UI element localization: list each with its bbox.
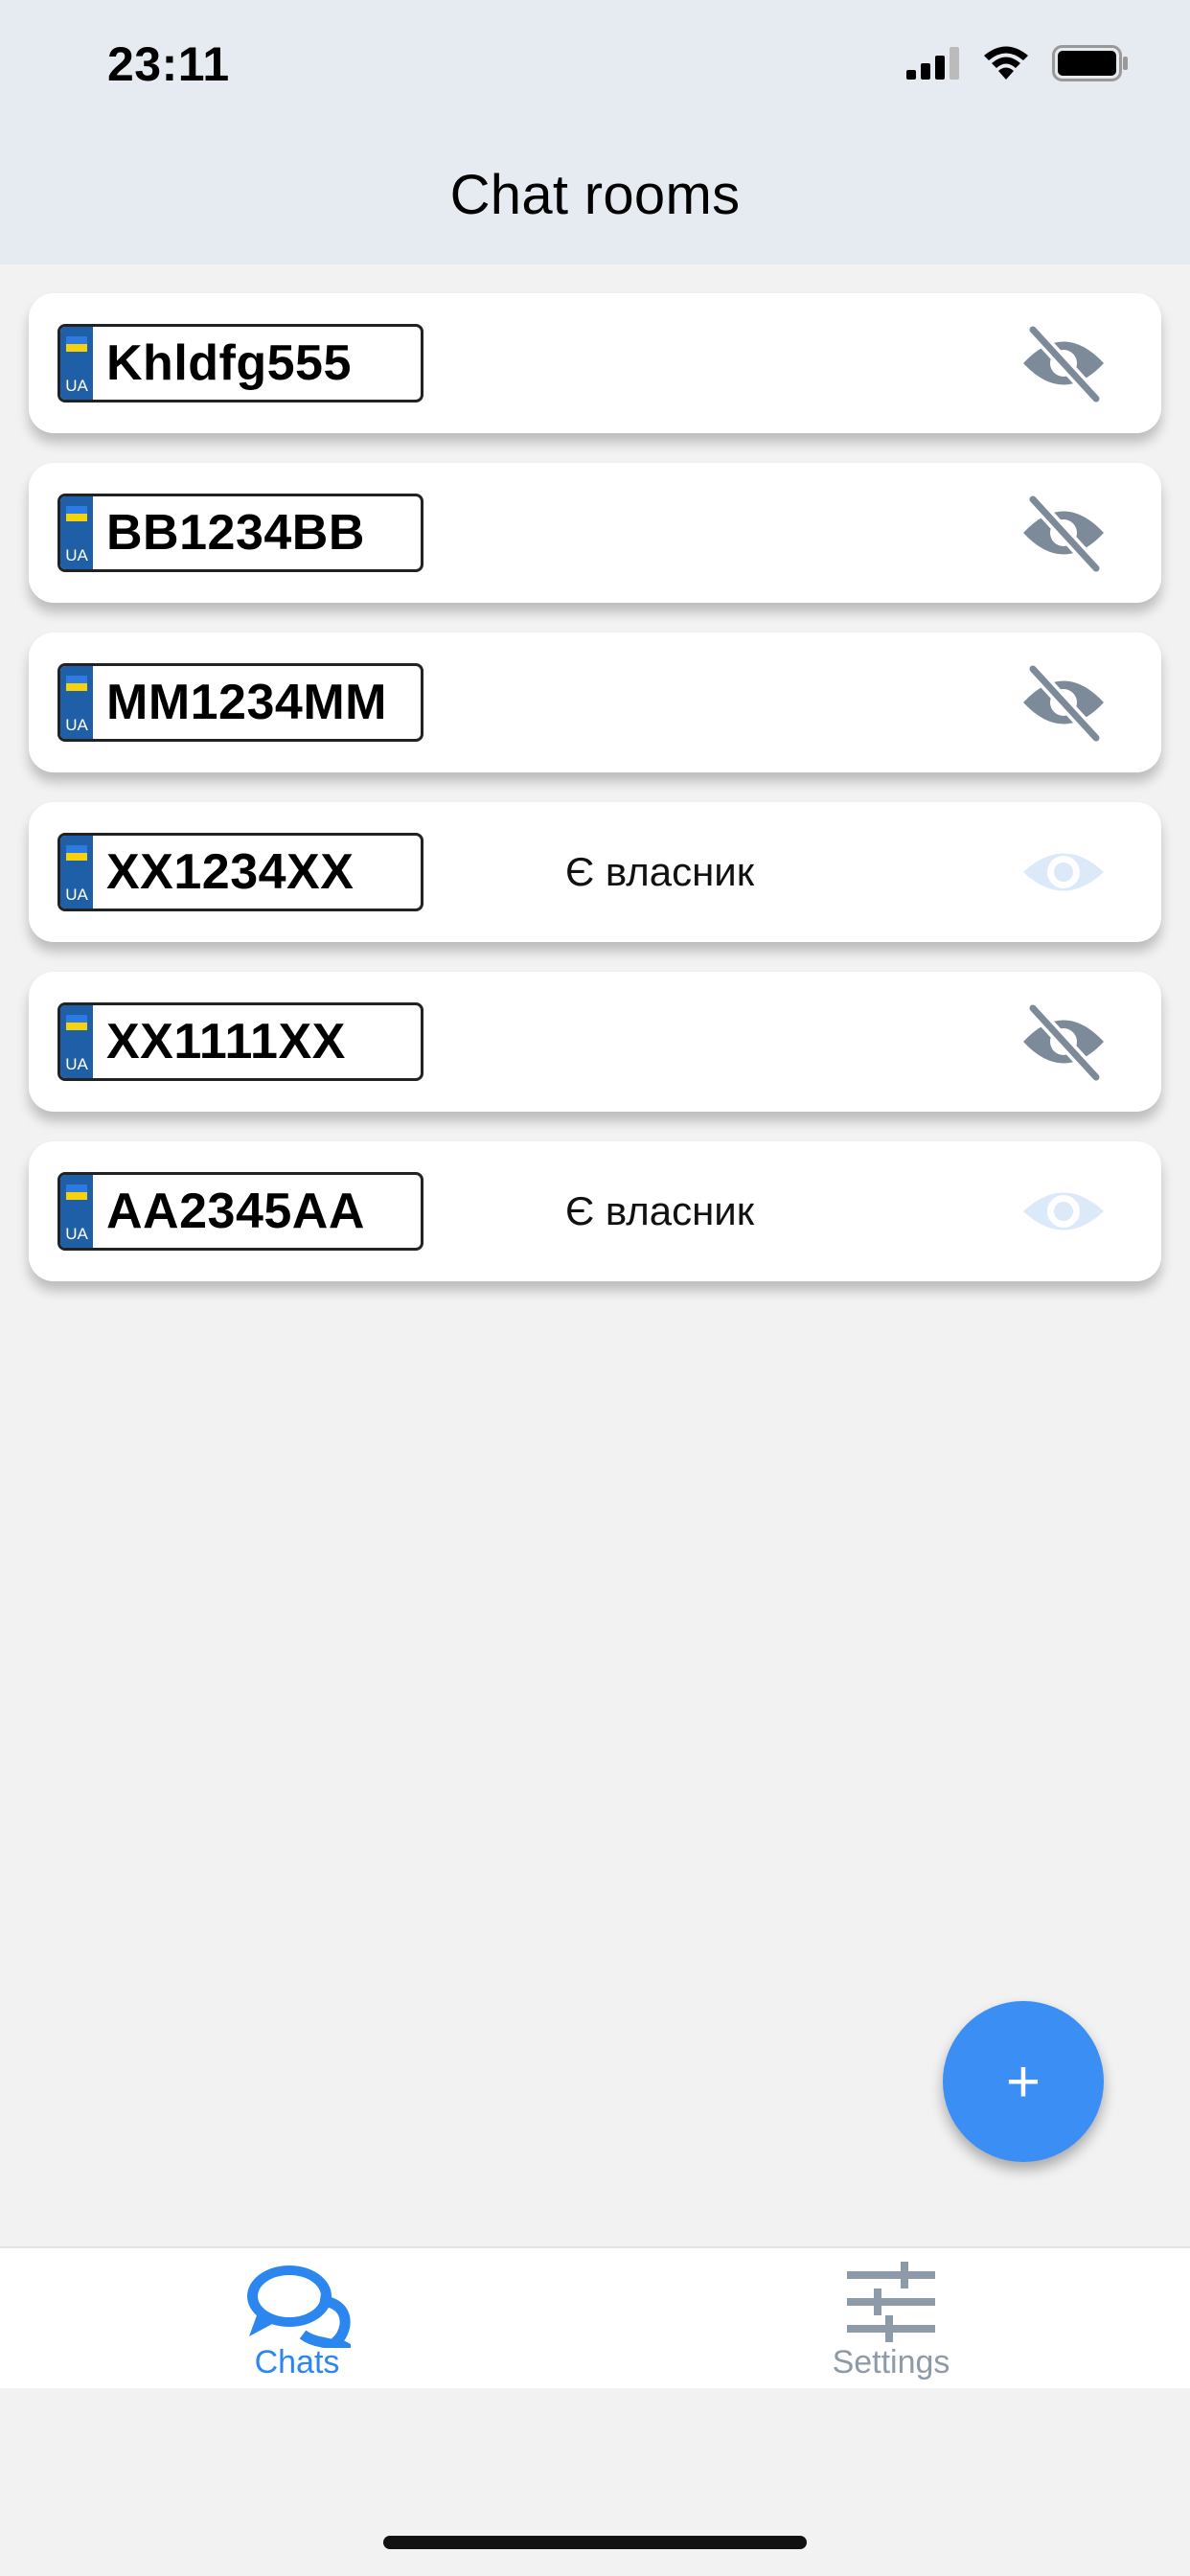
plate-country-code: UA — [65, 1225, 88, 1243]
owner-status: Є власник — [565, 1188, 755, 1233]
chat-room-card[interactable]: UA XX1234XX Є власник — [29, 802, 1161, 942]
owner-status — [565, 632, 853, 772]
tab-settings-label: Settings — [832, 2344, 950, 2380]
flag-icon — [66, 1015, 87, 1023]
flag-icon — [66, 845, 87, 853]
plate-country-code: UA — [65, 1055, 88, 1073]
eye-slash-icon[interactable] — [1019, 492, 1108, 574]
tab-bar: Chats Settings — [0, 2246, 1190, 2388]
plate-country-code: UA — [65, 377, 88, 395]
plate-number: XX1234XX — [106, 844, 355, 900]
plate-country-band: UA — [60, 327, 93, 400]
add-room-button[interactable]: + — [943, 2001, 1104, 2162]
chat-room-card[interactable]: UA AA2345AA Є власник — [29, 1141, 1161, 1281]
tab-settings[interactable]: Settings — [747, 2248, 1035, 2390]
chat-room-card[interactable]: UA BB1234BB — [29, 463, 1161, 603]
plate-country-code: UA — [65, 716, 88, 734]
tab-chats[interactable]: Chats — [153, 2248, 441, 2390]
wifi-icon — [984, 46, 1028, 80]
plate-number: MM1234MM — [106, 675, 387, 730]
plate-country-code: UA — [65, 886, 88, 904]
status-bar: 23:11 — [0, 0, 1190, 125]
owner-status — [565, 293, 853, 433]
eye-icon[interactable] — [1019, 1170, 1108, 1253]
flag-icon — [66, 1184, 87, 1192]
plate-country-band: UA — [60, 1005, 93, 1078]
plate-country-band: UA — [60, 666, 93, 739]
page-title: Chat rooms — [449, 163, 741, 226]
flag-icon — [66, 506, 87, 514]
flag-icon — [66, 336, 87, 344]
plate-number: XX1111XX — [106, 1014, 346, 1070]
battery-icon — [1052, 45, 1128, 81]
chat-room-card[interactable]: UA XX1111XX — [29, 972, 1161, 1112]
chat-room-list: UA Khldfg555 UA BB1234BB UA MM1234MM UA … — [29, 293, 1161, 1311]
eye-icon[interactable] — [1019, 831, 1108, 913]
license-plate: UA AA2345AA — [57, 1172, 423, 1251]
license-plate: UA BB1234BB — [57, 494, 423, 572]
cellular-signal-icon — [906, 47, 959, 80]
status-time: 23:11 — [107, 37, 230, 91]
plate-number: Khldfg555 — [106, 335, 352, 391]
plate-country-band: UA — [60, 836, 93, 908]
plate-country-band: UA — [60, 496, 93, 569]
owner-status: Є власник — [565, 849, 755, 894]
chat-bubbles-icon — [247, 2266, 351, 2348]
license-plate: UA Khldfg555 — [57, 324, 423, 402]
plate-country-code: UA — [65, 546, 88, 564]
owner-status — [565, 972, 853, 1112]
chat-room-card[interactable]: UA MM1234MM — [29, 632, 1161, 772]
plate-number: AA2345AA — [106, 1184, 365, 1239]
license-plate: UA XX1111XX — [57, 1002, 423, 1081]
status-icons — [906, 42, 1129, 84]
plate-country-band: UA — [60, 1175, 93, 1248]
license-plate: UA XX1234XX — [57, 833, 423, 911]
license-plate: UA MM1234MM — [57, 663, 423, 742]
flag-icon — [66, 676, 87, 683]
eye-slash-icon[interactable] — [1019, 661, 1108, 744]
plate-number: BB1234BB — [106, 505, 365, 561]
tab-chats-label: Chats — [254, 2344, 340, 2380]
eye-slash-icon[interactable] — [1019, 1000, 1108, 1083]
owner-status — [565, 463, 853, 603]
home-indicator — [383, 2536, 807, 2549]
eye-slash-icon[interactable] — [1019, 322, 1108, 404]
nav-header: Chat rooms — [0, 125, 1190, 264]
sliders-icon — [847, 2262, 935, 2342]
chat-room-card[interactable]: UA Khldfg555 — [29, 293, 1161, 433]
